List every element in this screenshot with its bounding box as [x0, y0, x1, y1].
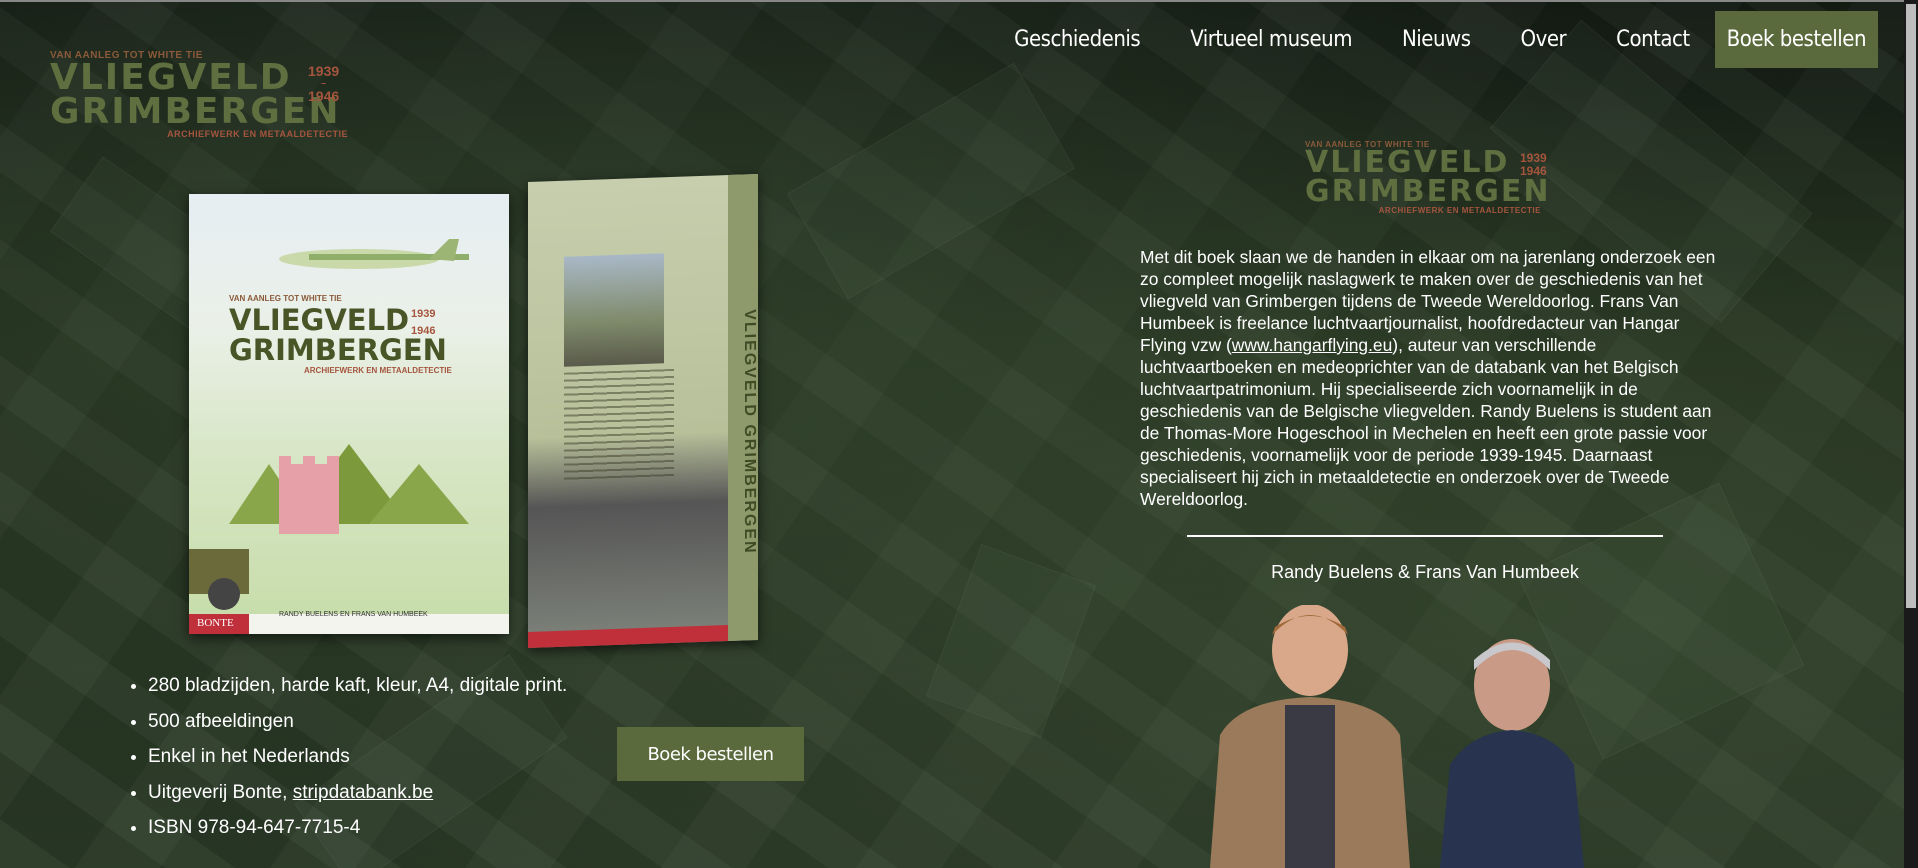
cover-title-line2: GRIMBERGEN	[229, 333, 447, 367]
authors-photo-small	[564, 253, 664, 367]
book-description: Met dit boek slaan we de handen in elkaa…	[1140, 247, 1716, 509]
page-scrollbar[interactable]	[1904, 0, 1918, 868]
scrollbar-thumb[interactable]	[1906, 4, 1916, 608]
content-logo-title-line2: GRIMBERGEN	[1305, 173, 1551, 209]
logo-title-line2: GRIMBERGEN	[50, 91, 341, 133]
nav-over[interactable]: Over	[1521, 27, 1567, 52]
cover-year-end: 1946	[411, 324, 436, 337]
cover-subtitle: ARCHIEFWERK EN METAALDETECTIE	[304, 366, 452, 375]
content-logo-year-end: 1946	[1520, 164, 1547, 179]
back-cover-text	[564, 368, 674, 483]
feature-item: Enkel in het Nederlands	[148, 739, 567, 775]
cover-publisher: BONTE	[197, 617, 234, 629]
logo-year-end: 1946	[308, 88, 340, 105]
top-border	[0, 0, 1918, 2]
book-features-list: 280 bladzijden, harde kaft, kleur, A4, d…	[120, 668, 567, 846]
cover-title-line1: VLIEGVELD	[229, 303, 410, 337]
book-spine: VLIEGVELD GRIMBERGEN	[728, 173, 758, 642]
cover-illustration	[189, 239, 509, 634]
feature-item: 280 bladzijden, harde kaft, kleur, A4, d…	[148, 668, 567, 704]
feature-item: Uitgeverij Bonte, stripdatabank.be	[148, 775, 567, 811]
stripdatabank-link[interactable]: stripdatabank.be	[293, 782, 434, 803]
authors-photo	[1210, 605, 1584, 868]
cover-tagline: VAN AANLEG TOT WHITE TIE	[229, 294, 342, 303]
cover-year-start: 1939	[411, 308, 436, 320]
logo-title-line1: VLIEGVELD	[50, 57, 292, 98]
cover-authors: RANDY BUELENS EN FRANS VAN HUMBEEK	[279, 611, 428, 618]
main-navigation: Geschiedenis Virtueel museum Nieuws Over…	[964, 8, 1878, 70]
nav-contact[interactable]: Contact	[1616, 27, 1690, 52]
section-divider	[1187, 535, 1663, 537]
nav-geschiedenis[interactable]: Geschiedenis	[1014, 27, 1141, 52]
feature-item: ISBN 978-94-647-7715-4	[148, 810, 567, 846]
nav-virtueel-museum[interactable]: Virtueel museum	[1190, 27, 1352, 52]
site-logo[interactable]: VAN AANLEG TOT WHITE TIE VLIEGVELD GRIMB…	[50, 50, 350, 155]
content-logo: VAN AANLEG TOT WHITE TIE VLIEGVELD GRIMB…	[1305, 140, 1555, 230]
nav-nieuws[interactable]: Nieuws	[1402, 27, 1471, 52]
order-book-button[interactable]: Boek bestellen	[617, 727, 804, 781]
authors-caption: Randy Buelens & Frans Van Humbeek	[1271, 562, 1579, 582]
nav-order-button[interactable]: Boek bestellen	[1714, 10, 1878, 68]
book-front-cover: VAN AANLEG TOT WHITE TIE VLIEGVELD GRIMB…	[189, 194, 509, 634]
logo-year-start: 1939	[308, 63, 340, 79]
book-back-cover: VLIEGVELD GRIMBERGEN	[528, 173, 758, 649]
hangarflying-link[interactable]: www.hangarflying.eu	[1232, 335, 1392, 355]
feature-item: 500 afbeeldingen	[148, 704, 567, 740]
